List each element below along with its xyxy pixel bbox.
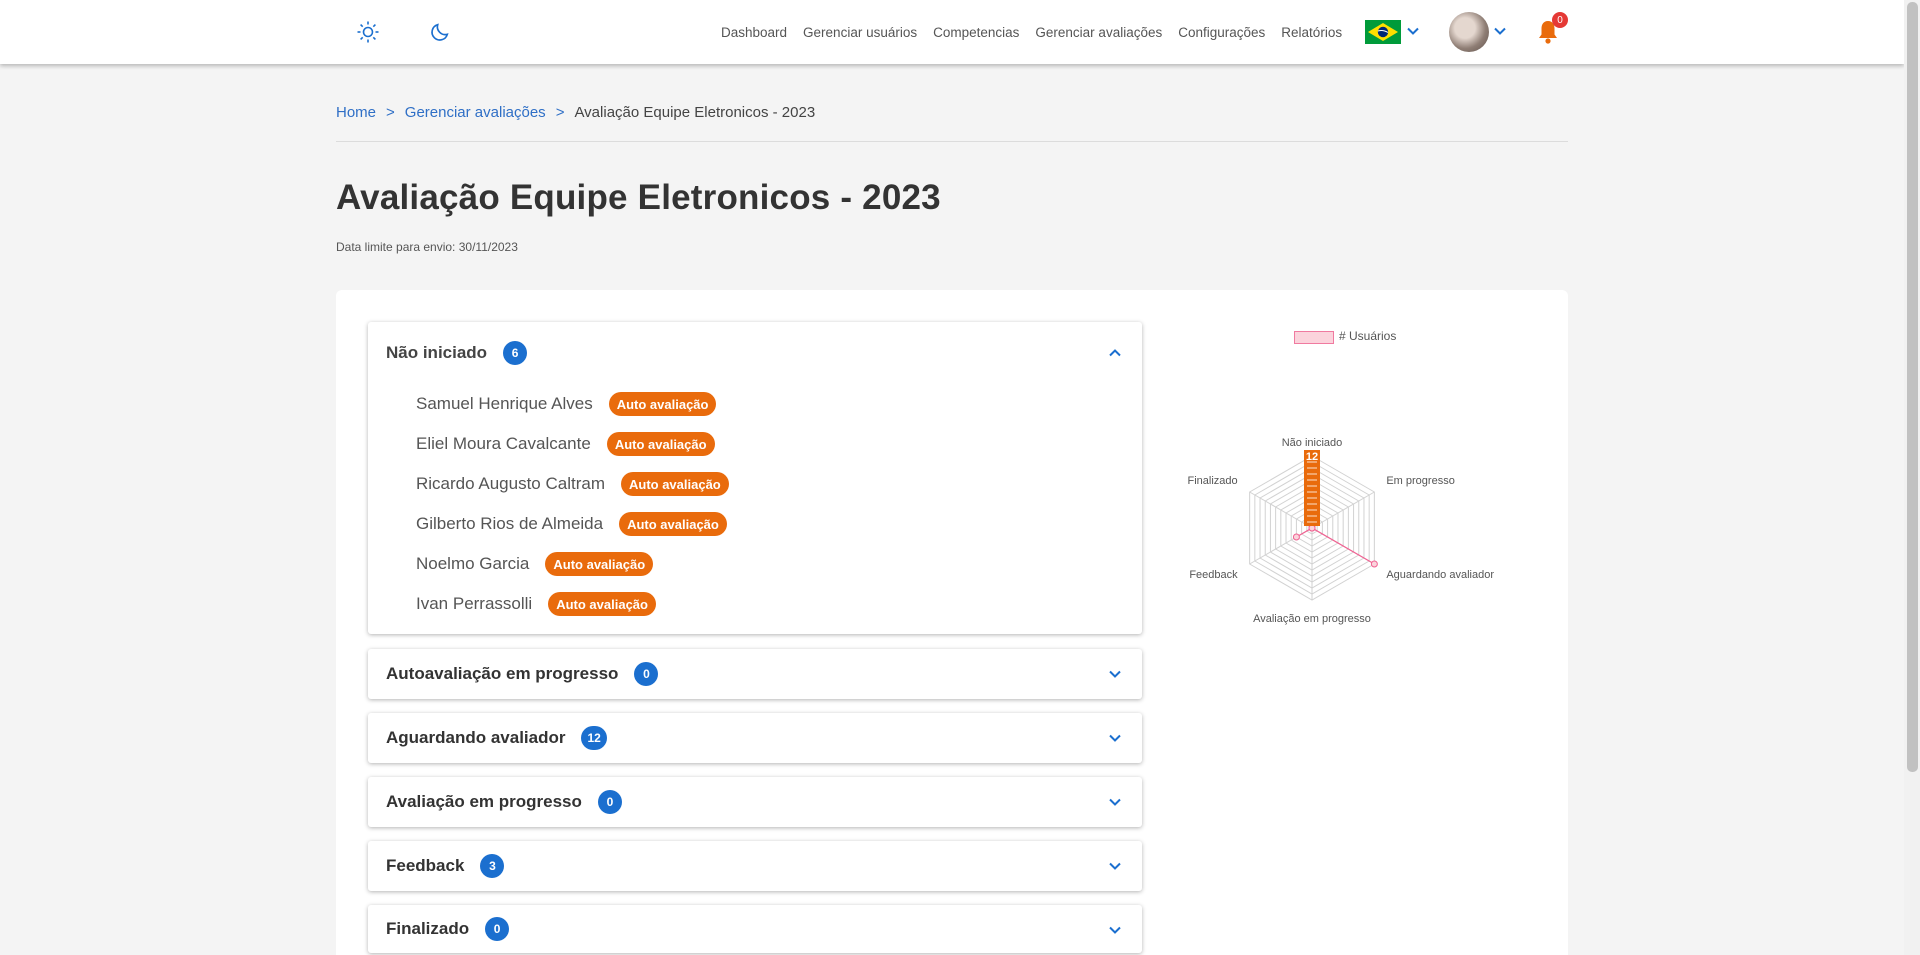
chevron-down-icon[interactable] [1493, 24, 1507, 38]
chevron-down-icon[interactable] [1108, 667, 1122, 681]
page-title: Avaliação Equipe Eletronicos - 2023 [336, 178, 941, 217]
accordion-title: Finalizado [386, 919, 470, 938]
accordion-header[interactable]: Finalizado 0 [368, 905, 1142, 953]
main-nav: Dashboard Gerenciar usuários Competencia… [721, 0, 1358, 64]
list-item: Noelmo Garcia Auto avaliação [368, 544, 1142, 584]
list-item: Gilberto Rios de Almeida Auto avaliação [368, 504, 1142, 544]
breadcrumb: Home > Gerenciar avaliações > Avaliação … [336, 104, 815, 121]
radar-axis-label: Em progresso [1386, 475, 1454, 487]
chevron-down-icon[interactable] [1406, 24, 1420, 38]
auto-evaluation-tag[interactable]: Auto avaliação [548, 592, 656, 616]
breadcrumb-divider [336, 141, 1568, 142]
radar-axis-label: Não iniciado [1282, 437, 1343, 449]
accordion-title: Avaliação em progresso [386, 792, 582, 811]
deadline-text: Data limite para envio: 30/11/2023 [336, 240, 518, 254]
count-badge: 3 [480, 854, 505, 878]
list-item: Ricardo Augusto Caltram Auto avaliação [368, 464, 1142, 504]
list-item: Samuel Henrique Alves Auto avaliação [368, 384, 1142, 424]
dark-theme-button[interactable] [426, 18, 454, 46]
top-navigation-bar: Dashboard Gerenciar usuários Competencia… [0, 0, 1904, 64]
nav-configuracoes[interactable]: Configurações [1178, 25, 1265, 40]
accordion-feedback: Feedback 3 [368, 841, 1142, 891]
accordion-title: Não iniciado [386, 343, 488, 362]
accordion-nao-iniciado: Não iniciado 6 Samuel Henrique Alves Aut… [368, 322, 1142, 634]
accordion-title: Feedback [386, 856, 465, 875]
accordion-header[interactable]: Avaliação em progresso 0 [368, 777, 1142, 827]
sun-icon [357, 21, 379, 43]
chevron-down-icon[interactable] [1108, 731, 1122, 745]
auto-evaluation-tag[interactable]: Auto avaliação [620, 472, 729, 496]
moon-icon [431, 23, 449, 41]
auto-evaluation-tag[interactable]: Auto avaliação [608, 392, 717, 416]
radar-axis-label: Feedback [1189, 569, 1238, 581]
radar-data-point [1292, 533, 1300, 541]
accordion-title: Aguardando avaliador [386, 728, 566, 747]
notification-count-badge: 0 [1552, 12, 1568, 28]
count-badge: 0 [634, 662, 659, 686]
radar-axis-label: Aguardando avaliador [1386, 569, 1494, 581]
nav-competencias[interactable]: Competencias [933, 25, 1019, 40]
radar-scale-label: 12 [1306, 451, 1318, 463]
radar-axis-label: Avaliação em progresso [1253, 613, 1371, 625]
person-name: Eliel Moura Cavalcante [416, 434, 591, 453]
accordion-avaliacao-em-progresso: Avaliação em progresso 0 [368, 777, 1142, 827]
person-name: Ricardo Augusto Caltram [416, 474, 605, 493]
list-item: Ivan Perrassolli Auto avaliação [368, 584, 1142, 624]
person-name: Noelmo Garcia [416, 554, 530, 573]
count-badge: 6 [503, 341, 528, 365]
count-badge: 0 [597, 790, 622, 814]
breadcrumb-gerenciar-avaliacoes[interactable]: Gerenciar avaliações [405, 104, 546, 121]
list-item: Eliel Moura Cavalcante Auto avaliação [368, 424, 1142, 464]
chevron-down-icon[interactable] [1108, 859, 1122, 873]
avatar[interactable] [1449, 12, 1489, 52]
chevron-up-icon[interactable] [1108, 346, 1122, 360]
person-name: Samuel Henrique Alves [416, 394, 593, 413]
person-name: Ivan Perrassolli [416, 594, 533, 613]
count-badge: 12 [581, 726, 607, 750]
count-badge: 0 [485, 917, 510, 941]
radar-axis-label: Finalizado [1188, 475, 1238, 487]
accordion-header[interactable]: Feedback 3 [368, 841, 1142, 891]
accordion-autoavaliacao-em-progresso: Autoavaliação em progresso 0 [368, 649, 1142, 699]
breadcrumb-home[interactable]: Home [336, 104, 376, 121]
nav-gerenciar-usuarios[interactable]: Gerenciar usuários [803, 25, 917, 40]
auto-evaluation-tag[interactable]: Auto avaliação [606, 432, 715, 456]
accordion-header[interactable]: Aguardando avaliador 12 [368, 713, 1142, 763]
breadcrumb-current: Avaliação Equipe Eletronicos - 2023 [574, 104, 816, 121]
accordion-aguardando-avaliador: Aguardando avaliador 12 [368, 713, 1142, 763]
chevron-down-icon[interactable] [1108, 795, 1122, 809]
accordion-header[interactable]: Autoavaliação em progresso 0 [368, 649, 1142, 699]
light-theme-button[interactable] [354, 18, 382, 46]
radar-data-point [1370, 560, 1378, 568]
nav-relatorios[interactable]: Relatórios [1281, 25, 1342, 40]
person-name: Gilberto Rios de Almeida [416, 514, 604, 533]
nav-dashboard[interactable]: Dashboard [721, 25, 787, 40]
radar-chart: 12 Não iniciado Em progresso Aguardando ava… [1188, 437, 1495, 625]
chevron-down-icon[interactable] [1108, 923, 1122, 937]
accordion-title: Autoavaliação em progresso [386, 664, 619, 683]
auto-evaluation-tag[interactable]: Auto avaliação [545, 552, 654, 576]
breadcrumb-separator: > [555, 104, 565, 121]
brazil-flag-icon[interactable] [1365, 20, 1401, 44]
breadcrumb-separator: > [386, 104, 395, 121]
accordion-finalizado: Finalizado 0 [368, 905, 1142, 953]
accordion-header[interactable]: Não iniciado 6 [368, 322, 1142, 384]
nav-gerenciar-avaliacoes[interactable]: Gerenciar avaliações [1035, 25, 1162, 40]
auto-evaluation-tag[interactable]: Auto avaliação [619, 512, 727, 536]
scrollbar-thumb[interactable] [1907, 2, 1918, 772]
